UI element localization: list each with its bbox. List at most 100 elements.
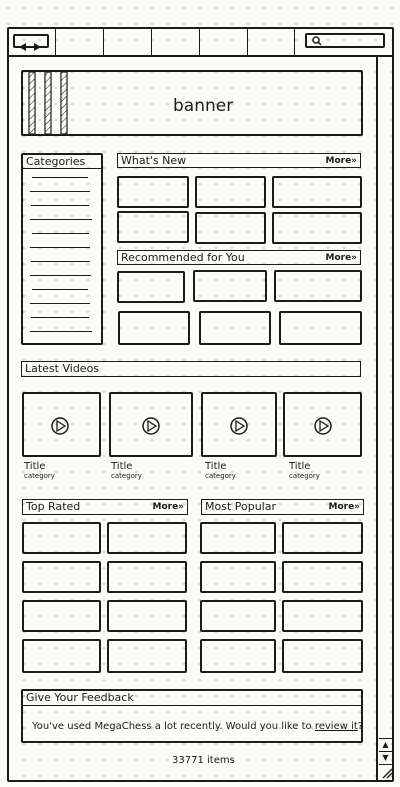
- whats-new-header: What's New More»: [117, 153, 361, 168]
- whats-new-tile[interactable]: [272, 212, 362, 244]
- recommended-more-link[interactable]: More»: [326, 252, 358, 264]
- scroll-up-button[interactable]: ▲: [379, 738, 394, 750]
- top-rated-tile[interactable]: [22, 639, 101, 673]
- recommended-tile[interactable]: [274, 270, 362, 302]
- toolbar-tab-2[interactable]: [103, 27, 151, 55]
- most-popular-header: Most Popular More»: [201, 499, 364, 515]
- toolbar-tab-3[interactable]: [151, 27, 199, 55]
- play-icon: [314, 417, 332, 435]
- toolbar-tab-1[interactable]: [55, 27, 103, 55]
- most-popular-tile[interactable]: [282, 522, 363, 554]
- video-category: category: [24, 472, 55, 480]
- whats-new-tile[interactable]: [117, 176, 189, 208]
- category-item[interactable]: [31, 261, 90, 262]
- category-item[interactable]: [31, 317, 89, 318]
- most-popular-title: Most Popular: [205, 500, 277, 513]
- play-icon: [142, 417, 160, 435]
- most-popular-tile[interactable]: [282, 561, 363, 593]
- video-thumbnail[interactable]: [201, 392, 277, 457]
- recommended-tile[interactable]: [193, 270, 267, 302]
- banner-label: banner: [173, 96, 234, 116]
- recommended-title: Recommended for You: [121, 251, 245, 264]
- recommended-tile[interactable]: [118, 311, 190, 345]
- whats-new-title: What's New: [121, 154, 187, 167]
- status-item-count: 33771 items: [172, 755, 235, 766]
- search-icon: [312, 36, 322, 46]
- scroll-down-button[interactable]: ▼: [379, 751, 394, 763]
- feedback-header: Give Your Feedback: [23, 691, 361, 706]
- toolbar-tab-4[interactable]: [199, 27, 247, 55]
- categories-title: Categories: [26, 155, 86, 168]
- search-input[interactable]: [305, 33, 385, 48]
- recommended-tile[interactable]: [117, 271, 185, 303]
- latest-videos-header: Latest Videos: [21, 361, 361, 377]
- toolbar-tab-5[interactable]: [247, 27, 295, 55]
- resize-grip-icon: [382, 768, 393, 779]
- category-item[interactable]: [30, 275, 91, 276]
- most-popular-tile[interactable]: [200, 522, 276, 554]
- category-item[interactable]: [30, 191, 90, 192]
- whats-new-tile[interactable]: [117, 211, 189, 243]
- back-arrow-icon: [19, 43, 26, 51]
- status-bar: 33771 items: [7, 750, 376, 772]
- category-item[interactable]: [30, 331, 92, 332]
- video-category: category: [205, 472, 236, 480]
- top-rated-tile[interactable]: [107, 561, 187, 593]
- top-rated-tile[interactable]: [22, 522, 101, 554]
- whats-new-more-link[interactable]: More»: [326, 155, 358, 167]
- feedback-suffix: ?: [357, 721, 364, 732]
- category-item[interactable]: [31, 205, 89, 206]
- back-button[interactable]: [17, 37, 29, 51]
- most-popular-tile[interactable]: [282, 600, 363, 632]
- video-thumbnail[interactable]: [22, 392, 101, 457]
- top-rated-tile[interactable]: [107, 639, 187, 673]
- category-item[interactable]: [30, 247, 90, 248]
- banner-stripes-icon: [28, 72, 68, 134]
- banner[interactable]: banner: [21, 70, 363, 136]
- toolbar: [7, 27, 394, 57]
- most-popular-tile[interactable]: [200, 600, 276, 632]
- whats-new-tile[interactable]: [272, 176, 362, 208]
- play-icon: [51, 417, 69, 435]
- top-rated-tile[interactable]: [22, 600, 101, 632]
- whats-new-tile[interactable]: [195, 176, 266, 208]
- forward-arrow-icon: [34, 43, 41, 51]
- video-category: category: [289, 472, 320, 480]
- category-item[interactable]: [32, 177, 88, 178]
- most-popular-tile[interactable]: [200, 561, 276, 593]
- top-rated-tile[interactable]: [107, 600, 187, 632]
- recommended-header: Recommended for You More»: [117, 250, 361, 265]
- most-popular-tile[interactable]: [200, 639, 276, 673]
- categories-panel: Categories: [21, 153, 103, 345]
- recommended-tile[interactable]: [279, 311, 362, 345]
- category-item[interactable]: [32, 289, 88, 290]
- feedback-panel: Give Your Feedback You've used MegaChess…: [21, 689, 363, 743]
- scroll-down-icon: ▼: [382, 753, 389, 762]
- top-rated-tile[interactable]: [22, 561, 101, 593]
- top-rated-header: Top Rated More»: [22, 499, 188, 515]
- category-item[interactable]: [30, 219, 92, 220]
- feedback-text: You've used MegaChess a lot recently. Wo…: [32, 721, 315, 732]
- scrollbar-track[interactable]: [378, 57, 394, 737]
- recommended-tile[interactable]: [199, 311, 271, 345]
- categories-list: [30, 173, 94, 343]
- most-popular-more-link[interactable]: More»: [329, 501, 361, 513]
- top-rated-tile[interactable]: [107, 522, 187, 554]
- most-popular-tile[interactable]: [282, 639, 363, 673]
- categories-header: Categories: [23, 155, 101, 169]
- feedback-message: You've used MegaChess a lot recently. Wo…: [32, 720, 363, 736]
- whats-new-tile[interactable]: [195, 212, 266, 244]
- video-thumbnail[interactable]: [109, 392, 193, 457]
- resize-grip[interactable]: [379, 764, 394, 780]
- forward-button[interactable]: [32, 37, 44, 51]
- feedback-title: Give Your Feedback: [26, 691, 134, 704]
- latest-videos-title: Latest Videos: [25, 362, 100, 375]
- video-thumbnail[interactable]: [283, 392, 362, 457]
- top-rated-title: Top Rated: [26, 500, 81, 513]
- category-item[interactable]: [30, 303, 90, 304]
- vertical-scrollbar[interactable]: ▲ ▼: [376, 57, 394, 782]
- video-category: category: [111, 472, 142, 480]
- top-rated-more-link[interactable]: More»: [153, 501, 185, 513]
- category-item[interactable]: [32, 233, 89, 234]
- review-it-link[interactable]: review it: [315, 721, 358, 732]
